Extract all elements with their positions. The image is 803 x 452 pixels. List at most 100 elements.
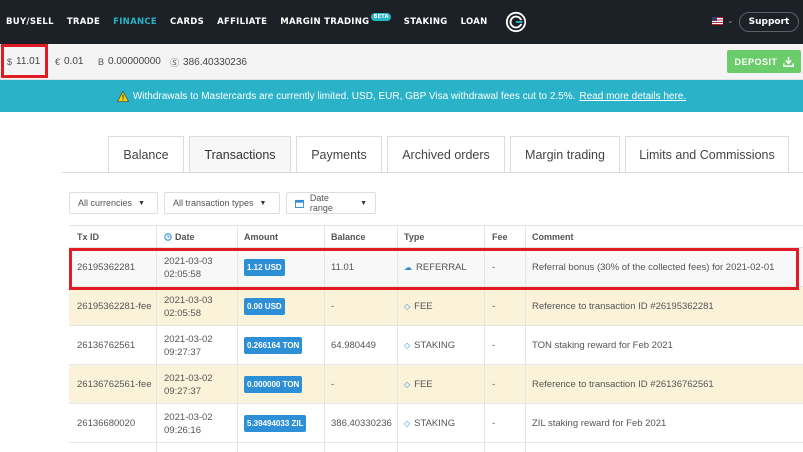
fee-diamond-icon: ◇ — [404, 380, 411, 389]
type-filter-label: All transaction types — [173, 198, 254, 208]
cell-amount: 0.00 USD — [244, 287, 285, 326]
header-txid[interactable]: Tx ID — [77, 232, 99, 242]
header-type[interactable]: Type — [404, 232, 424, 242]
table-row[interactable]: 26136762561 2021-03-02 09:27:37 0.266164 … — [69, 326, 803, 365]
tab-transactions[interactable]: Transactions — [189, 136, 291, 172]
cell-fee: - — [492, 340, 496, 351]
cell-amount: 5.39494033 ZIL — [244, 404, 307, 443]
language-selector[interactable]: ⌄ — [712, 16, 734, 25]
header-fee[interactable]: Fee — [492, 232, 508, 242]
caret-down-icon: ▼ — [360, 199, 367, 207]
warning-icon — [116, 90, 129, 102]
nav-margin-trading[interactable]: MARGIN TRADING BETA — [280, 13, 391, 27]
staking-diamond-icon: ◇ — [404, 419, 411, 428]
cell-date-day: 2021-03-02 — [164, 372, 213, 384]
cell-date-day: 2021-03-02 — [164, 333, 213, 345]
cell-type: ◇ STAKING — [404, 326, 455, 365]
cell-date-time: 02:05:58 — [164, 307, 201, 319]
highlight-usd-box — [1, 44, 48, 78]
tab-balance[interactable]: Balance — [108, 136, 184, 172]
cell-txid: 26136762561-fee — [77, 379, 152, 390]
cell-comment: Reference to transaction ID #26136762561 — [532, 379, 714, 390]
cell-comment: ZIL staking reward for Feb 2021 — [532, 418, 667, 429]
nav-affiliate[interactable]: AFFILIATE — [217, 17, 267, 27]
tab-limits-commissions[interactable]: Limits and Commissions — [625, 136, 789, 172]
support-button[interactable]: Support — [739, 12, 799, 32]
cell-comment: Reference to transaction ID #26195362281 — [532, 301, 714, 312]
btc-symbol: B — [98, 56, 105, 67]
nav-staking[interactable]: STAKING — [404, 17, 448, 27]
beta-badge: BETA — [371, 13, 391, 21]
download-icon — [782, 56, 794, 67]
amount-badge: 0.000000 TON — [244, 376, 303, 393]
table-header: Tx ID Date Amount Balance Type Fee Comme… — [69, 225, 803, 248]
balance-btc-value: 0.00000000 — [108, 56, 161, 67]
cell-date-day: 2021-03-03 — [164, 294, 213, 306]
cell-date: 2021-03-02 09:27:37 — [164, 365, 213, 404]
nav-loan[interactable]: LOAN — [461, 17, 488, 27]
cell-amount: 0.266164 TON — [244, 326, 303, 365]
balance-eur[interactable]: € 0.01 — [55, 56, 83, 67]
cell-type: ◇ FEE — [404, 365, 433, 404]
cex-logo-icon[interactable] — [505, 11, 527, 33]
cell-date-time: 09:27:37 — [164, 346, 201, 358]
cell-balance: 64.980449 — [331, 340, 376, 351]
nav-trade[interactable]: TRADE — [67, 17, 100, 27]
cell-txid: 26195362281-fee — [77, 301, 152, 312]
tab-bar: Balance Transactions Payments Archived o… — [0, 136, 803, 172]
tab-payments[interactable]: Payments — [296, 136, 382, 172]
clock-icon — [164, 233, 172, 241]
cell-balance: - — [331, 301, 335, 312]
nav-buy-sell[interactable]: BUY/SELL — [6, 17, 54, 27]
coin-symbol-icon: Ⓢ — [170, 58, 180, 68]
cell-txid: 26136680020 — [77, 418, 136, 429]
nav-cards[interactable]: CARDS — [170, 17, 204, 27]
fee-diamond-icon: ◇ — [404, 302, 411, 311]
deposit-label: DEPOSIT — [734, 56, 778, 67]
type-filter[interactable]: All transaction types ▼ — [164, 192, 280, 214]
us-flag-icon — [712, 16, 723, 25]
tab-margin-trading[interactable]: Margin trading — [510, 136, 620, 172]
header-balance[interactable]: Balance — [331, 232, 366, 242]
cell-date: 2021-03-02 09:27:37 — [164, 326, 213, 365]
deposit-button[interactable]: DEPOSIT — [727, 50, 801, 73]
cell-txid: 26136762561 — [77, 340, 136, 351]
balance-other[interactable]: Ⓢ 386.40330236 — [170, 56, 247, 69]
cell-type: ◇ STAKING — [404, 404, 455, 443]
caret-down-icon: ▼ — [138, 199, 145, 207]
header-amount[interactable]: Amount — [244, 232, 278, 242]
tab-archived-orders[interactable]: Archived orders — [387, 136, 505, 172]
cell-comment: TON staking reward for Feb 2021 — [532, 340, 673, 351]
type-label: STAKING — [414, 418, 456, 429]
top-nav: BUY/SELL TRADE FINANCE CARDS AFFILIATE M… — [0, 0, 803, 44]
cell-date-day: 2021-03-02 — [164, 411, 213, 423]
table-row[interactable]: 26195362281-fee 2021-03-03 02:05:58 0.00 … — [69, 287, 803, 326]
notice-banner: Withdrawals to Mastercards are currently… — [0, 80, 803, 112]
header-date[interactable]: Date — [164, 232, 195, 242]
cell-type: ◇ FEE — [404, 287, 433, 326]
cell-fee: - — [492, 301, 496, 312]
table-row[interactable]: 26136762561-fee 2021-03-02 09:27:37 0.000… — [69, 365, 803, 404]
nav-finance[interactable]: FINANCE — [113, 17, 157, 27]
date-range-filter[interactable]: Date range ▼ — [286, 192, 376, 214]
header-comment[interactable]: Comment — [532, 232, 574, 242]
balance-btc[interactable]: B 0.00000000 — [98, 56, 161, 67]
cell-date: 2021-03-03 02:05:58 — [164, 287, 213, 326]
currency-filter-label: All currencies — [78, 198, 133, 208]
cell-fee: - — [492, 418, 496, 429]
cell-date-time: 09:27:37 — [164, 385, 201, 397]
balance-eur-value: 0.01 — [64, 56, 84, 67]
chevron-down-icon: ⌄ — [727, 16, 734, 25]
caret-down-icon: ▼ — [259, 199, 267, 207]
notice-text: Withdrawals to Mastercards are currently… — [132, 90, 576, 102]
staking-diamond-icon: ◇ — [404, 341, 411, 350]
cell-amount: 0.000000 TON — [244, 365, 303, 404]
notice-link[interactable]: Read more details here. — [579, 91, 686, 102]
balance-other-value: 386.40330236 — [183, 57, 247, 68]
table-row[interactable]: 26136680020 2021-03-02 09:26:16 5.3949403… — [69, 404, 803, 443]
type-label: FEE — [414, 301, 433, 312]
currency-filter[interactable]: All currencies ▼ — [69, 192, 158, 214]
calendar-icon — [295, 199, 304, 208]
eur-symbol: € — [55, 56, 61, 67]
highlight-row-box — [69, 248, 799, 290]
